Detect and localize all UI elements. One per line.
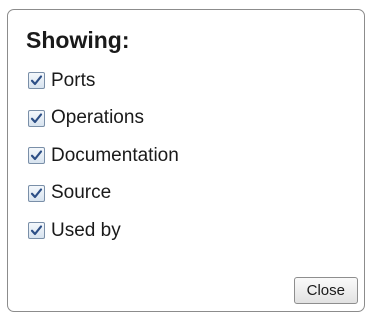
checkmark-icon <box>30 150 43 161</box>
checkmark-icon <box>30 225 43 236</box>
used-by-label: Used by <box>51 219 121 241</box>
ports-checkbox[interactable] <box>28 72 45 90</box>
checkmark-icon <box>30 113 43 123</box>
option-ports[interactable]: Ports <box>28 62 179 100</box>
operations-label: Operations <box>51 107 144 129</box>
panel-heading: Showing: <box>26 27 130 53</box>
options-list: Ports Operations Documentation Source Us… <box>28 62 179 250</box>
source-label: Source <box>51 182 112 204</box>
checkmark-icon <box>30 75 43 86</box>
source-checkbox[interactable] <box>28 184 45 202</box>
option-source[interactable]: Source <box>28 175 179 213</box>
option-used-by[interactable]: Used by <box>28 212 179 250</box>
used-by-checkbox[interactable] <box>28 222 45 240</box>
showing-options-panel: Showing: Ports Operations Documentation … <box>7 9 365 312</box>
operations-checkbox[interactable] <box>28 109 45 127</box>
close-button[interactable]: Close <box>293 277 358 304</box>
documentation-label: Documentation <box>51 144 179 166</box>
checkmark-icon <box>30 188 43 198</box>
documentation-checkbox[interactable] <box>28 147 45 165</box>
ports-label: Ports <box>51 69 96 91</box>
option-documentation[interactable]: Documentation <box>28 137 179 175</box>
option-operations[interactable]: Operations <box>28 100 179 138</box>
